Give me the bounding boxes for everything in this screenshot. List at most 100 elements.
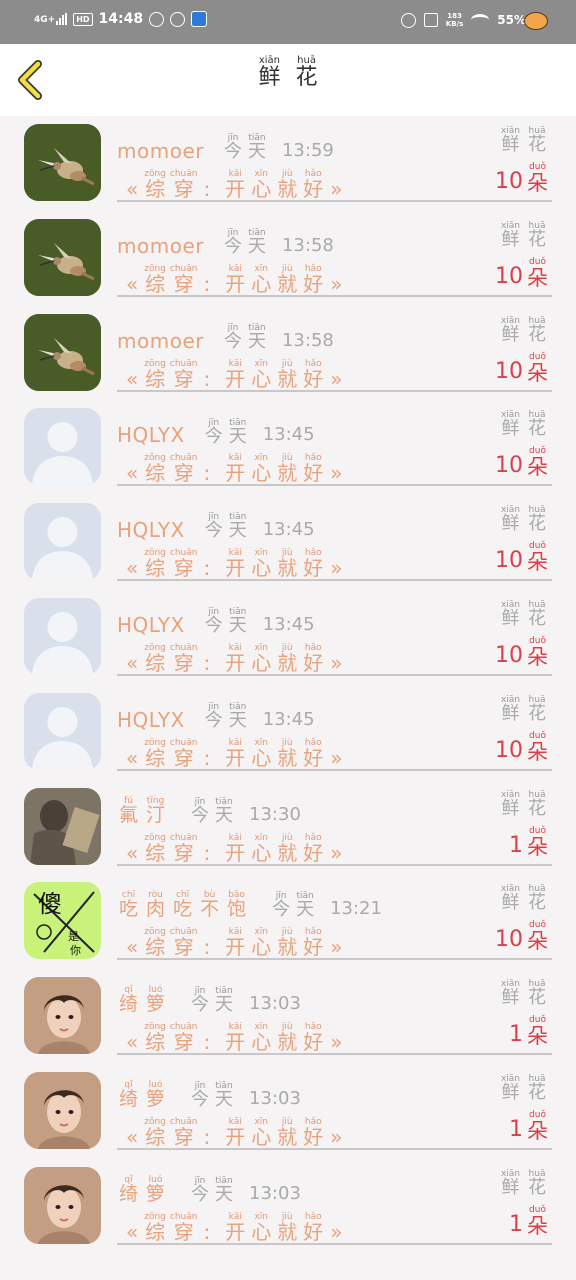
book-char: 综 [145, 935, 166, 960]
time-text: 13:30 [249, 803, 301, 825]
sender-name[interactable]: momoer [117, 330, 204, 352]
sender-name[interactable]: qǐ 绮 luó 箩 [117, 1080, 171, 1110]
book-title[interactable]: «zōng 综 chuān 穿: kāi 开 xīn 心 jiù 就 hǎo 好 » [122, 1112, 346, 1148]
ruby-char: jiù 就 [277, 738, 297, 769]
today-char: 今 [191, 1089, 210, 1111]
book-char: 穿 [173, 556, 194, 581]
avatar[interactable] [24, 503, 101, 581]
ruby-char: xiān 鲜 [501, 410, 520, 439]
ruby-char: xiān 鲜 [501, 316, 520, 345]
sender-name[interactable]: momoer [117, 235, 204, 257]
avatar[interactable] [24, 1166, 101, 1244]
list-item[interactable]: HQLYX jīn 今 tiān 天 13:45 «zōng 综 chuān 穿: kāi 开 xīn 心… [0, 687, 576, 782]
flower-label: xiān 鲜 huā 花 [499, 505, 548, 534]
unit-char: 朵 [527, 929, 548, 954]
avatar[interactable] [24, 977, 101, 1055]
ruby-char: xiān 鲜 [501, 884, 520, 913]
list-item[interactable]: qǐ 绮 luó 箩 jīn 今 tiān 天 13:03 «zōng 综 chuān 穿: kāi 开 xī… [0, 1161, 576, 1256]
list-item[interactable]: HQLYX jīn 今 tiān 天 13:45 «zōng 综 chuān 穿: kāi 开 xīn 心… [0, 592, 576, 687]
list-item[interactable]: HQLYX jīn 今 tiān 天 13:45 «zōng 综 chuān 穿: kāi 开 xīn 心… [0, 402, 576, 497]
ruby-char: duǒ 朵 [527, 1205, 548, 1237]
clock: 14:48 [98, 11, 144, 27]
sender-name[interactable]: qǐ 绮 luó 箩 [117, 1175, 171, 1205]
book-title[interactable]: «zōng 综 chuān 穿: kāi 开 xīn 心 jiù 就 hǎo 好 » [122, 922, 346, 958]
name-char: 绮 [119, 993, 139, 1016]
flower-char: 花 [528, 513, 546, 535]
flower-label: xiān 鲜 huā 花 [499, 1169, 548, 1198]
list-item[interactable]: qǐ 绮 luó 箩 jīn 今 tiān 天 13:03 «zōng 综 chuān 穿: kāi 开 xī… [0, 1066, 576, 1161]
flower-count: 10 duǒ 朵 [495, 636, 550, 668]
flower-label: xiān 鲜 huā 花 [499, 316, 548, 345]
list-item[interactable]: momoer jīn 今 tiān 天 13:58 «zōng 综 chuān 穿: kāi 开 xīn… [0, 213, 576, 308]
book-char: 穿 [173, 366, 194, 391]
list-item[interactable]: fú 氟 tīng 汀 jīn 今 tiān 天 13:30 «zōng 综 chuān 穿: kāi 开 x… [0, 782, 576, 877]
book-title[interactable]: «zōng 综 chuān 穿: kāi 开 xīn 心 jiù 就 hǎo 好 » [122, 164, 346, 200]
today-label: jīn 今 tiān 天 [189, 986, 235, 1015]
ruby-char: duǒ 朵 [527, 352, 548, 384]
ruby-char: xīn 心 [251, 1212, 271, 1243]
colon: : [203, 650, 211, 675]
open-bracket: « [126, 1219, 139, 1244]
avatar[interactable] [24, 408, 101, 486]
avatar[interactable] [24, 124, 101, 201]
book-title[interactable]: «zōng 综 chuān 穿: kāi 开 xīn 心 jiù 就 hǎo 好 » [122, 1017, 346, 1053]
book-title[interactable]: «zōng 综 chuān 穿: kāi 开 xīn 心 jiù 就 hǎo 好 » [122, 1207, 346, 1243]
ruby-char: xīn 心 [251, 264, 271, 295]
flower-char: 鲜 [501, 513, 520, 535]
sender-name[interactable]: chī 吃 ròu 肉 chī 吃 bù 不 bǎo 饱 [117, 890, 252, 920]
avatar[interactable] [24, 218, 101, 296]
book-title[interactable]: «zōng 综 chuān 穿: kāi 开 xīn 心 jiù 就 hǎo 好 » [122, 354, 346, 390]
flower-label: xiān 鲜 huā 花 [499, 600, 548, 629]
list-item[interactable]: qǐ 绮 luó 箩 jīn 今 tiān 天 13:03 «zōng 综 chuān 穿: kāi 开 xī… [0, 971, 576, 1066]
avatar[interactable] [24, 787, 101, 865]
avatar[interactable] [24, 313, 101, 391]
avatar[interactable] [24, 1071, 101, 1149]
today-char: 今 [223, 330, 242, 352]
book-title[interactable]: «zōng 综 chuān 穿: kāi 开 xīn 心 jiù 就 hǎo 好 » [122, 543, 346, 579]
timestamp: jīn 今 tiān 天 13:45 [203, 418, 315, 447]
today-label: jīn 今 tiān 天 [189, 797, 235, 826]
ruby-char: duǒ 朵 [527, 920, 548, 952]
battery-level: 55% [497, 13, 526, 27]
sender-name[interactable]: HQLYX [117, 519, 185, 541]
unit-char: 朵 [527, 455, 548, 480]
ruby-char: hǎo 好 [303, 643, 323, 674]
flower-count: 1 duǒ 朵 [509, 1015, 550, 1047]
sender-name[interactable]: qǐ 绮 luó 箩 [117, 985, 171, 1015]
timestamp: jīn 今 tiān 天 13:21 [270, 891, 382, 920]
list-item[interactable]: momoer jīn 今 tiān 天 13:58 «zōng 综 chuān 穿: kāi 开 xīn… [0, 308, 576, 403]
flower-char: 鲜 [501, 1176, 520, 1198]
book-char: 穿 [173, 1219, 194, 1244]
sender-name[interactable]: fú 氟 tīng 汀 [117, 796, 171, 826]
book-char: 就 [277, 840, 298, 865]
book-title[interactable]: «zōng 综 chuān 穿: kāi 开 xīn 心 jiù 就 hǎo 好 » [122, 638, 346, 674]
emoji-icon [524, 12, 548, 30]
today-char: 天 [228, 615, 247, 637]
book-title[interactable]: «zōng 综 chuān 穿: kāi 开 xīn 心 jiù 就 hǎo 好 » [122, 733, 346, 769]
avatar[interactable] [24, 597, 101, 675]
close-bracket: » [330, 1030, 343, 1055]
ruby-char: huā 花 [528, 884, 546, 913]
sender-name[interactable]: HQLYX [117, 424, 185, 446]
open-bracket: « [126, 1124, 139, 1149]
list-item[interactable]: HQLYX jīn 今 tiān 天 13:45 «zōng 综 chuān 穿: kāi 开 xīn 心… [0, 497, 576, 592]
timestamp: jīn 今 tiān 天 13:58 [222, 228, 334, 257]
avatar[interactable]: 傻是你 [24, 882, 101, 960]
book-char: 综 [145, 461, 166, 486]
book-char: 心 [251, 556, 272, 581]
ruby-char: jiù 就 [277, 1212, 297, 1243]
list-item[interactable]: momoer jīn 今 tiān 天 13:59 «zōng 综 chuān 穿: kāi 开 xīn… [0, 118, 576, 213]
sender-name[interactable]: momoer [117, 140, 204, 162]
avatar[interactable] [24, 692, 101, 770]
book-char: 好 [303, 1219, 324, 1244]
ruby-char: kāi 开 [225, 738, 245, 769]
list-item[interactable]: 傻是你 chī 吃 ròu 肉 chī 吃 bù 不 bǎo 饱 jīn 今 tiān 天 13:21 «zōn… [0, 876, 576, 971]
sender-name[interactable]: HQLYX [117, 709, 185, 731]
book-title[interactable]: «zōng 综 chuān 穿: kāi 开 xīn 心 jiù 就 hǎo 好 » [122, 259, 346, 295]
today-label: jīn 今 tiān 天 [189, 1176, 235, 1205]
book-title[interactable]: «zōng 综 chuān 穿: kāi 开 xīn 心 jiù 就 hǎo 好 » [122, 828, 346, 864]
book-char: 心 [251, 366, 272, 391]
book-title[interactable]: «zōng 综 chuān 穿: kāi 开 xīn 心 jiù 就 hǎo 好 » [122, 448, 346, 484]
sender-name[interactable]: HQLYX [117, 614, 185, 636]
name-char: 氟 [119, 803, 139, 826]
